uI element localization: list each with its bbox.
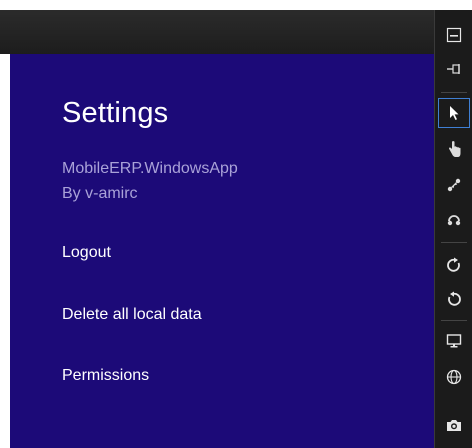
- hand-icon: [446, 140, 462, 158]
- mouse-mode-button[interactable]: [438, 98, 470, 128]
- pin-icon: [446, 63, 462, 75]
- rotation-gesture-button[interactable]: [438, 204, 470, 234]
- simulator-toolbar: [434, 10, 472, 448]
- top-edge: [0, 0, 472, 10]
- settings-title: Settings: [62, 97, 169, 129]
- app-name: MobileERP.WindowsApp: [62, 160, 238, 177]
- camera-icon: [446, 418, 462, 432]
- touch-mode-button[interactable]: [438, 134, 470, 164]
- rotate-counterclockwise-icon: [446, 291, 462, 307]
- rotate-clockwise-icon: [446, 257, 462, 273]
- app-title-bar: [0, 10, 434, 54]
- minimize-icon: [446, 27, 462, 43]
- set-location-button[interactable]: [438, 362, 470, 392]
- rotate-gesture-icon: [446, 212, 462, 226]
- minimize-button[interactable]: [438, 20, 470, 50]
- toolbar-divider: [441, 320, 467, 321]
- app-author: By v-amirc: [62, 185, 138, 202]
- screenshot-button[interactable]: [438, 410, 470, 440]
- settings-flyout: Settings MobileERP.WindowsApp By v-amirc…: [10, 54, 434, 448]
- pointer-icon: [448, 105, 460, 121]
- pinch-icon: [446, 177, 462, 193]
- pin-button[interactable]: [438, 54, 470, 84]
- permissions-link[interactable]: Permissions: [62, 367, 149, 385]
- toolbar-divider: [441, 92, 467, 93]
- change-resolution-button[interactable]: [438, 326, 470, 356]
- rotate-clockwise-button[interactable]: [438, 250, 470, 280]
- monitor-icon: [446, 333, 462, 349]
- delete-local-data-link[interactable]: Delete all local data: [62, 306, 202, 324]
- pinch-zoom-button[interactable]: [438, 170, 470, 200]
- toolbar-divider: [441, 242, 467, 243]
- globe-icon: [446, 369, 462, 385]
- rotate-counterclockwise-button[interactable]: [438, 284, 470, 314]
- left-edge: [0, 54, 10, 448]
- logout-link[interactable]: Logout: [62, 244, 111, 262]
